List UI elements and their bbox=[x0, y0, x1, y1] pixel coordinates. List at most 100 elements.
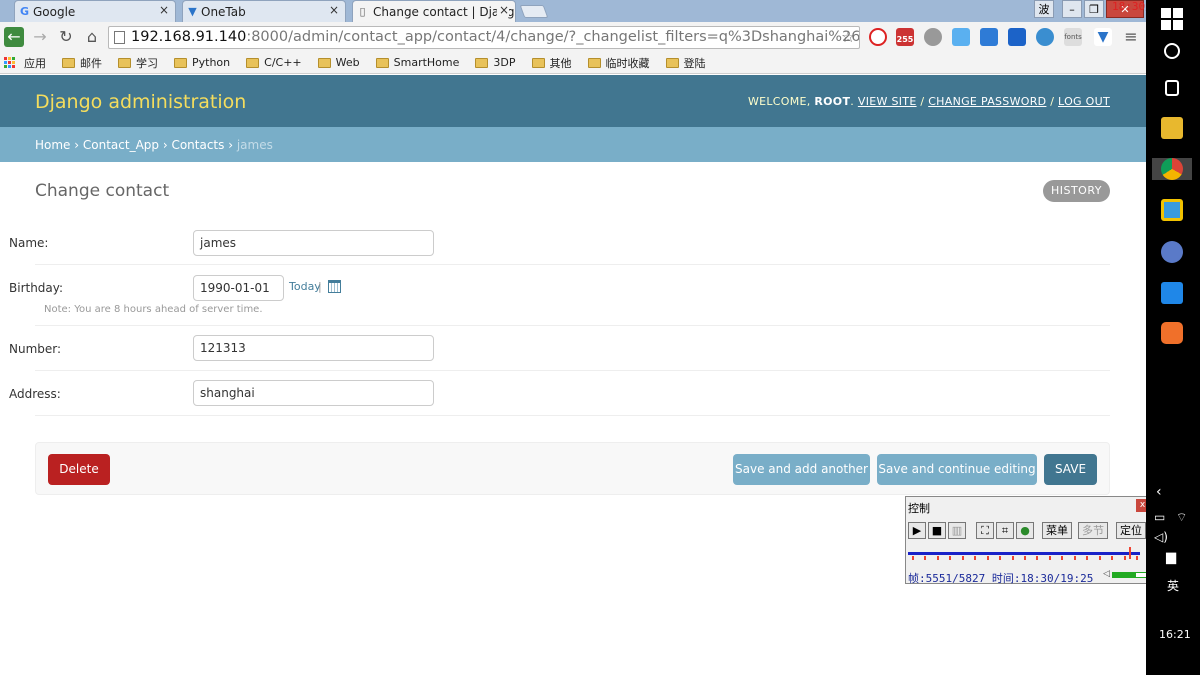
progress-marker[interactable] bbox=[1129, 547, 1132, 559]
bookmark-folder[interactable]: SmartHome bbox=[375, 56, 459, 69]
tab-label: OneTab bbox=[201, 4, 246, 19]
taskbar-clock[interactable]: 16:21 bbox=[1159, 628, 1191, 641]
birthday-input[interactable]: 1990-01-01 bbox=[193, 275, 284, 301]
breadcrumb-home[interactable]: Home bbox=[35, 138, 70, 152]
breadcrumb-current: james bbox=[236, 138, 273, 152]
input-language[interactable]: 英 bbox=[1167, 577, 1179, 594]
back-button[interactable]: ← bbox=[4, 27, 24, 47]
bookmark-folder[interactable]: 3DP bbox=[475, 56, 516, 69]
network-app-icon[interactable] bbox=[1161, 241, 1183, 263]
bookmark-star-icon[interactable]: ☆ bbox=[841, 27, 855, 46]
chrome-icon[interactable] bbox=[1161, 158, 1183, 180]
bookmark-apps[interactable]: 应用 bbox=[4, 55, 46, 71]
messenger-icon[interactable] bbox=[924, 28, 942, 46]
folder-icon bbox=[375, 57, 389, 68]
bookmark-folder[interactable]: Python bbox=[174, 56, 230, 69]
save-and-continue-button[interactable]: Save and continue editing bbox=[877, 454, 1037, 485]
bookmark-folder[interactable]: 登陆 bbox=[665, 55, 706, 71]
player-control-window: 控制 x ▶ ■ ▥ ⛶ ⌗ ● 菜单 多节 定位 帧:5551/5827 时间… bbox=[905, 496, 1152, 585]
word-icon[interactable] bbox=[1008, 28, 1026, 46]
speaker-icon: ◁ bbox=[1103, 569, 1110, 579]
task-view-icon[interactable] bbox=[1165, 80, 1179, 96]
network-icon[interactable] bbox=[1036, 28, 1054, 46]
today-link[interactable]: Today bbox=[289, 280, 321, 293]
tab-google[interactable]: G Google × bbox=[14, 0, 176, 22]
restore-button[interactable]: ❐ bbox=[1084, 0, 1104, 18]
file-explorer-icon[interactable] bbox=[1161, 117, 1183, 139]
bookmark-folder[interactable]: Web bbox=[317, 56, 360, 69]
change-password-link[interactable]: CHANGE PASSWORD bbox=[928, 95, 1046, 108]
name-label: Name: bbox=[9, 236, 49, 250]
fullscreen-icon[interactable]: ⛶ bbox=[976, 522, 994, 539]
volume-icon[interactable]: ◁) bbox=[1154, 530, 1168, 544]
opera-icon[interactable] bbox=[869, 28, 887, 46]
calendar-icon[interactable] bbox=[328, 280, 341, 293]
wps-presentation-icon[interactable] bbox=[1161, 322, 1183, 344]
player-title: 控制 bbox=[908, 502, 930, 515]
app-icon[interactable] bbox=[1161, 199, 1183, 221]
tab-onetab[interactable]: ▼ OneTab × bbox=[182, 0, 346, 22]
bookmark-folder[interactable]: 临时收藏 bbox=[587, 55, 650, 71]
windows-icon[interactable] bbox=[980, 28, 998, 46]
play-icon[interactable]: ▶ bbox=[908, 522, 926, 539]
home-button[interactable]: ⌂ bbox=[82, 27, 102, 47]
battery-icon[interactable]: ▭ bbox=[1154, 510, 1165, 524]
wps-writer-icon[interactable] bbox=[1161, 282, 1183, 304]
multi-section-button[interactable]: 多节 bbox=[1078, 522, 1108, 539]
username: ROOT bbox=[814, 95, 851, 108]
bookmark-folder[interactable]: 学习 bbox=[118, 55, 158, 71]
progress-track[interactable] bbox=[908, 547, 1140, 560]
breadcrumb-model[interactable]: Contacts bbox=[171, 138, 224, 152]
save-button[interactable]: SAVE bbox=[1044, 454, 1097, 485]
folder-icon bbox=[475, 57, 489, 68]
reload-button[interactable]: ↻ bbox=[56, 27, 76, 47]
close-icon[interactable]: × bbox=[159, 3, 169, 17]
close-icon[interactable]: × bbox=[496, 3, 509, 17]
progress-tick bbox=[1073, 556, 1076, 560]
site-brand[interactable]: Django administration bbox=[35, 91, 246, 113]
tab-change-contact[interactable]: ▯ Change contact | Djang × bbox=[352, 0, 516, 22]
menu-icon[interactable]: ≡ bbox=[1122, 28, 1140, 46]
progress-tick bbox=[1111, 556, 1114, 560]
record-icon[interactable]: ● bbox=[1016, 522, 1034, 539]
view-site-link[interactable]: VIEW SITE bbox=[858, 95, 917, 108]
delete-button[interactable]: Delete bbox=[48, 454, 110, 485]
save-and-add-another-button[interactable]: Save and add another bbox=[733, 454, 870, 485]
folder-icon bbox=[246, 57, 260, 68]
minimize-button[interactable]: – bbox=[1062, 0, 1082, 18]
fit-window-icon[interactable]: ⌗ bbox=[996, 522, 1014, 539]
breadcrumb-app[interactable]: Contact_App bbox=[83, 138, 159, 152]
onetab-extension-icon[interactable]: ▼ bbox=[1094, 28, 1112, 46]
bookmark-folder[interactable]: 邮件 bbox=[62, 55, 102, 71]
locate-button[interactable]: 定位 bbox=[1116, 522, 1146, 539]
timezone-note: Note: You are 8 hours ahead of server ti… bbox=[44, 304, 263, 315]
folder-icon bbox=[174, 57, 187, 68]
address-input[interactable]: shanghai bbox=[193, 380, 434, 406]
wifi-icon[interactable]: ⌔ bbox=[1176, 510, 1187, 525]
menu-button[interactable]: 菜单 bbox=[1042, 522, 1072, 539]
log-out-link[interactable]: LOG OUT bbox=[1058, 95, 1110, 108]
number-input[interactable]: 121313 bbox=[193, 335, 434, 361]
name-input[interactable]: james bbox=[193, 230, 434, 256]
notification-icon[interactable]: ▆ bbox=[1166, 550, 1176, 565]
close-icon[interactable]: × bbox=[329, 3, 339, 17]
folder-icon bbox=[531, 57, 545, 68]
forward-button[interactable]: → bbox=[30, 27, 50, 47]
frame-time-status: 帧:5551/5827 时间:18:30/19:25 bbox=[908, 572, 1094, 585]
bookmark-folder[interactable]: C/C++ bbox=[246, 56, 302, 69]
bookmark-folder[interactable]: 其他 bbox=[531, 55, 572, 71]
pause-icon[interactable]: ▥ bbox=[948, 522, 966, 539]
history-button[interactable]: HISTORY bbox=[1043, 180, 1110, 202]
gmail-badge-icon[interactable]: 255 bbox=[896, 28, 914, 46]
start-icon[interactable] bbox=[1161, 8, 1183, 30]
stop-icon[interactable]: ■ bbox=[928, 522, 946, 539]
volume-slider[interactable] bbox=[1112, 572, 1150, 578]
new-tab-button[interactable] bbox=[519, 5, 549, 18]
chevron-left-icon[interactable]: ‹ bbox=[1156, 484, 1162, 500]
progress-tick bbox=[961, 556, 964, 560]
cloud-icon[interactable] bbox=[952, 28, 970, 46]
search-icon[interactable] bbox=[1164, 43, 1180, 59]
progress-tick bbox=[1036, 556, 1039, 560]
address-bar[interactable]: 192.168.91.140:8000/admin/contact_app/co… bbox=[108, 26, 860, 49]
fonts-icon[interactable]: fonts bbox=[1064, 28, 1082, 46]
